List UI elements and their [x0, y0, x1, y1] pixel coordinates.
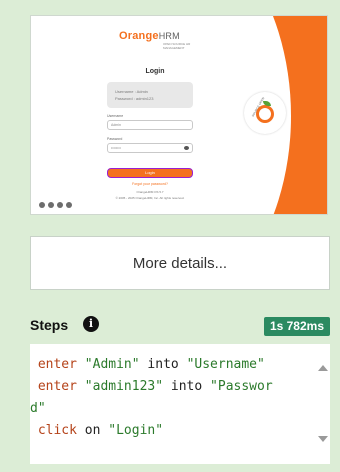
orangehrm-logo: OrangeHRM OPEN SOURCE HR MANAGEMENT	[105, 28, 205, 50]
username-field[interactable]: Admin	[107, 120, 193, 130]
credentials-username-line: Username : Admin	[115, 89, 148, 94]
logo-tagline: OPEN SOURCE HR MANAGEMENT	[163, 42, 191, 50]
step-line: click on "Login"	[37, 423, 164, 438]
step-line: enter "Admin" into "Username"	[37, 357, 265, 372]
youtube-icon[interactable]	[66, 202, 72, 208]
scroll-up-arrow-icon[interactable]	[318, 365, 328, 371]
step-line-continuation: d"	[30, 401, 46, 416]
login-title: Login	[145, 68, 165, 75]
linkedin-icon[interactable]	[39, 202, 45, 208]
username-label: Username	[107, 114, 124, 118]
twitter-icon[interactable]	[57, 202, 63, 208]
step-line: enter "admin123" into "Passwor	[37, 379, 273, 394]
facebook-icon[interactable]	[48, 202, 54, 208]
steps-code-panel[interactable]: enter "Admin" into "Username" enter "adm…	[30, 344, 330, 464]
screenshot-thumbnail[interactable]: OrangeHRM OPEN SOURCE HR MANAGEMENT Logi…	[30, 15, 328, 215]
steps-code: enter "Admin" into "Username" enter "adm…	[30, 354, 312, 442]
logo-word: Orange	[119, 30, 159, 42]
forgot-password-link[interactable]: Forgot your password?	[107, 182, 193, 186]
copyright-text: © 2005 - 2025 OrangeHRM, Inc. All rights…	[115, 196, 185, 200]
eye-icon[interactable]	[184, 146, 189, 150]
scroll-down-arrow-icon[interactable]	[318, 436, 328, 442]
username-value: Admin	[111, 123, 121, 127]
open-source-badge: SOURCE OPEN	[244, 92, 286, 134]
password-field[interactable]: ••••••••	[107, 143, 193, 153]
login-button[interactable]: Login	[107, 168, 193, 178]
orange-fruit-icon	[256, 105, 274, 123]
steps-title: Steps	[30, 317, 69, 333]
password-label: Password	[107, 137, 123, 141]
info-icon[interactable]: i	[83, 316, 99, 332]
version-text: OrangeHRM OS 5.7	[136, 190, 164, 194]
more-details-button[interactable]: More details...	[30, 236, 330, 290]
credentials-hint-box: Username : Admin Password : admin123	[107, 82, 193, 108]
password-value: ••••••••	[111, 146, 121, 150]
logo-suffix: HRM	[158, 31, 180, 41]
steps-header: Steps i 1s 782ms	[30, 314, 330, 338]
credentials-password-line: Password : admin123	[115, 96, 154, 101]
social-icons	[39, 202, 72, 208]
duration-badge: 1s 782ms	[263, 317, 330, 336]
